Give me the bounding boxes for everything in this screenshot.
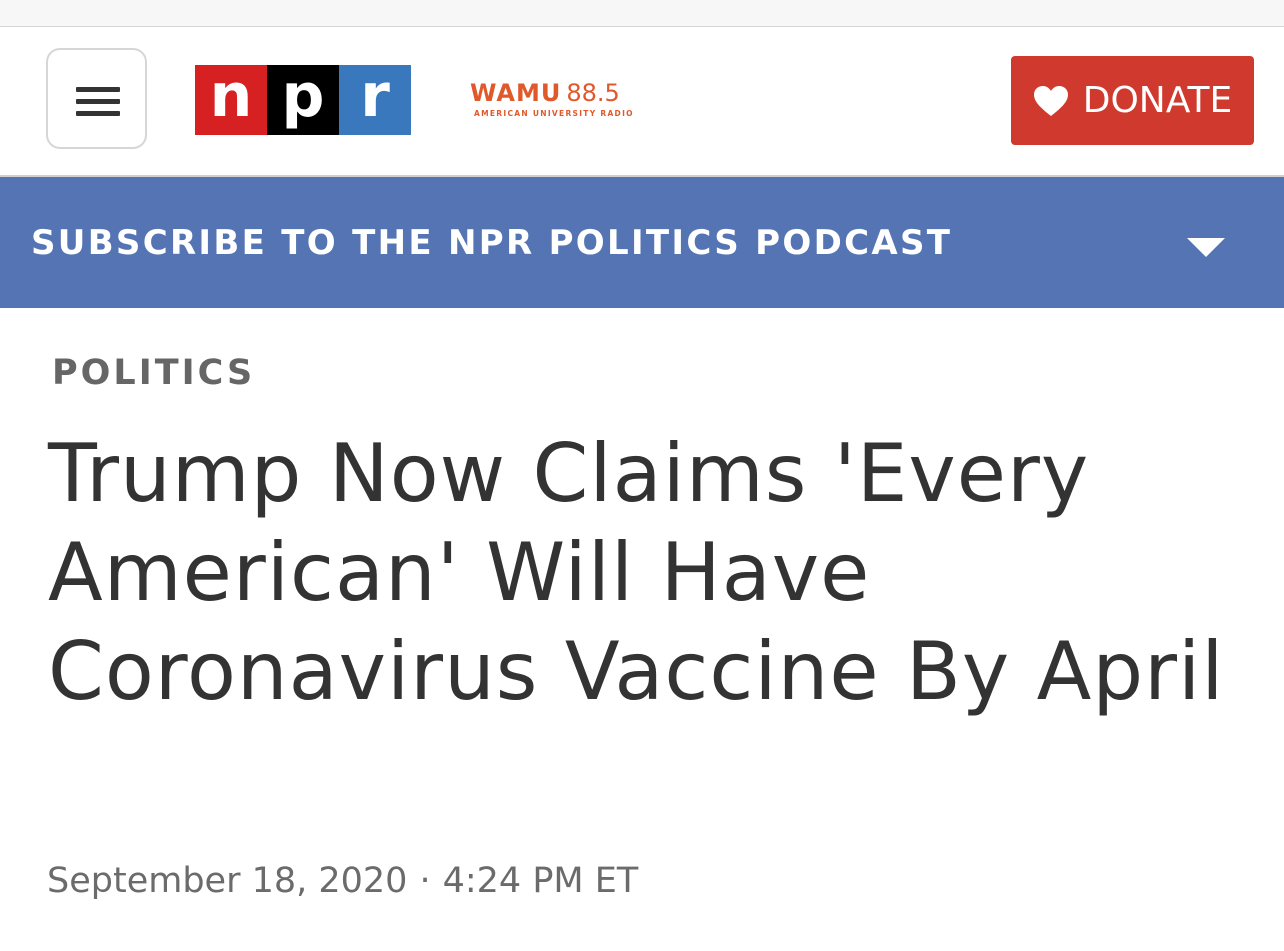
section-label[interactable]: POLITICS <box>52 353 255 393</box>
article-headline: Trump Now Claims 'Every American' Will H… <box>48 427 1225 718</box>
logo-letter-p: p <box>267 65 339 135</box>
subscribe-banner-text: SUBSCRIBE TO THE NPR POLITICS PODCAST <box>31 223 953 263</box>
logo-letter-n: n <box>195 65 267 135</box>
browser-top-strip <box>0 0 1284 27</box>
donate-label: DONATE <box>1082 80 1233 121</box>
article-dateline: September 18, 2020 · 4:24 PM ET <box>47 861 638 901</box>
site-header: n p r WAMU 88.5 AMERICAN UNIVERSITY RADI… <box>0 27 1284 177</box>
article-time: 4:24 PM ET <box>442 861 639 901</box>
article-date: September 18, 2020 <box>47 861 408 901</box>
station-tagline: AMERICAN UNIVERSITY RADIO <box>474 109 634 118</box>
npr-logo[interactable]: n p r <box>195 65 411 135</box>
station-name: WAMU <box>470 79 562 107</box>
donate-button[interactable]: DONATE <box>1011 56 1254 145</box>
chevron-down-icon[interactable] <box>1187 238 1225 257</box>
station-logo[interactable]: WAMU 88.5 AMERICAN UNIVERSITY RADIO <box>470 79 634 118</box>
station-frequency: 88.5 <box>566 79 620 107</box>
logo-letter-r: r <box>339 65 411 135</box>
subscribe-banner[interactable]: SUBSCRIBE TO THE NPR POLITICS PODCAST <box>0 177 1284 308</box>
heart-icon <box>1033 85 1068 116</box>
menu-button[interactable] <box>46 48 147 149</box>
dateline-separator: · <box>419 861 431 901</box>
